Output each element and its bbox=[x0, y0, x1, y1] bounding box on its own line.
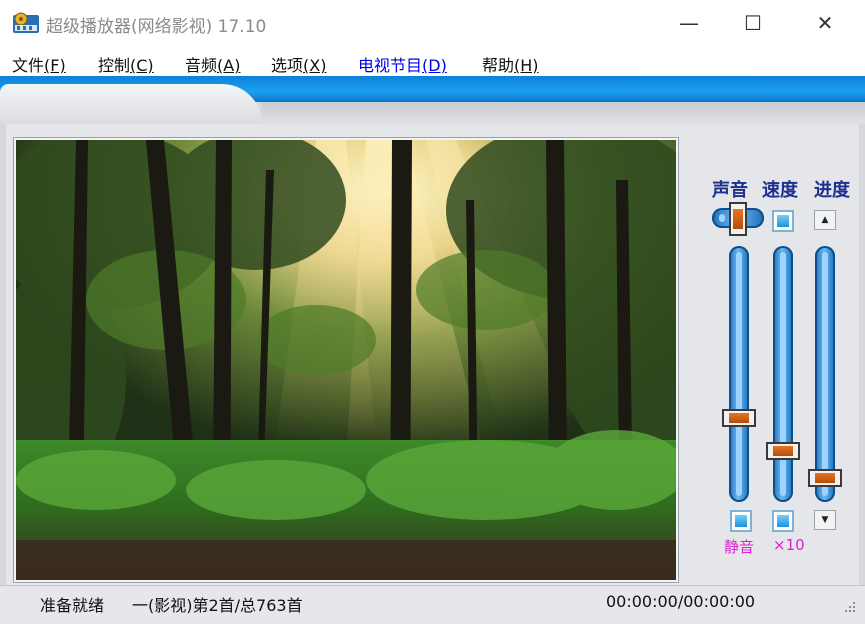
speed-slider-thumb[interactable] bbox=[766, 442, 800, 460]
menu-help[interactable]: 帮助(H) bbox=[482, 52, 539, 76]
top-strip bbox=[262, 102, 865, 124]
mute-button[interactable] bbox=[730, 510, 752, 532]
resize-grip-icon[interactable] bbox=[841, 600, 857, 614]
triangle-down-icon: ▼ bbox=[821, 515, 829, 525]
progress-slider-thumb[interactable] bbox=[808, 469, 842, 487]
speed-label: 速度 bbox=[762, 180, 798, 201]
maximize-button[interactable]: ☐ bbox=[724, 0, 782, 46]
triangle-up-icon: ▲ bbox=[821, 215, 829, 225]
menu-shortcut: (A) bbox=[217, 56, 241, 75]
title-bar: 超级播放器(网络影视) 17.10 — ☐ ✕ bbox=[0, 0, 865, 46]
progress-up-button[interactable]: ▲ bbox=[814, 210, 836, 230]
volume-label: 声音 bbox=[712, 180, 748, 201]
progress-label: 进度 bbox=[814, 180, 850, 201]
menu-audio[interactable]: 音频(A) bbox=[185, 52, 240, 76]
menu-label: 帮助 bbox=[482, 56, 515, 75]
balance-slider-thumb[interactable] bbox=[729, 202, 747, 236]
menu-label: 控制 bbox=[98, 56, 131, 75]
progress-slider-track[interactable] bbox=[815, 246, 835, 502]
close-icon: ✕ bbox=[816, 11, 834, 35]
close-button[interactable]: ✕ bbox=[796, 0, 854, 46]
menu-control[interactable]: 控制(C) bbox=[98, 52, 154, 76]
speed-x10-button[interactable] bbox=[772, 510, 794, 532]
progress-down-button[interactable]: ▼ bbox=[814, 510, 836, 530]
status-track-info: 一(影视)第2首/总763首 bbox=[132, 596, 303, 615]
volume-slider-thumb[interactable] bbox=[722, 409, 756, 427]
player-tab bbox=[0, 84, 262, 124]
menu-label: 音频 bbox=[185, 56, 218, 75]
menu-options[interactable]: 选项(X) bbox=[271, 52, 326, 76]
menu-file[interactable]: 文件(F) bbox=[12, 52, 66, 76]
menu-label: 选项 bbox=[271, 56, 304, 75]
speed-slider-track[interactable] bbox=[773, 246, 793, 502]
menu-label: 文件 bbox=[12, 56, 45, 75]
mute-label: 静音 bbox=[724, 538, 755, 556]
speed-reset-button[interactable] bbox=[772, 210, 794, 232]
video-display[interactable] bbox=[14, 138, 678, 582]
menu-tv-programs[interactable]: 电视节目(D) bbox=[358, 52, 447, 76]
menu-shortcut: (X) bbox=[303, 56, 327, 75]
menu-shortcut: (D) bbox=[422, 56, 447, 75]
menu-bar: 文件(F) 控制(C) 音频(A) 选项(X) 电视节目(D) 帮助(H) bbox=[0, 46, 865, 76]
maximize-icon: ☐ bbox=[744, 11, 762, 35]
speed-multiplier-label: ×10 bbox=[773, 536, 805, 554]
minimize-button[interactable]: — bbox=[660, 0, 718, 46]
forest-scene-image bbox=[16, 140, 676, 580]
menu-shortcut: (F) bbox=[44, 56, 66, 75]
menu-shortcut: (H) bbox=[514, 56, 539, 75]
status-state: 准备就绪 bbox=[40, 596, 105, 615]
minimize-icon: — bbox=[679, 11, 699, 35]
menu-label: 电视节目 bbox=[358, 56, 423, 75]
volume-slider-track[interactable] bbox=[729, 246, 749, 502]
menu-shortcut: (C) bbox=[130, 56, 154, 75]
window-title: 超级播放器(网络影视) 17.10 bbox=[46, 17, 267, 37]
status-time: 00:00:00/00:00:00 bbox=[606, 592, 756, 611]
app-film-icon bbox=[12, 10, 40, 36]
